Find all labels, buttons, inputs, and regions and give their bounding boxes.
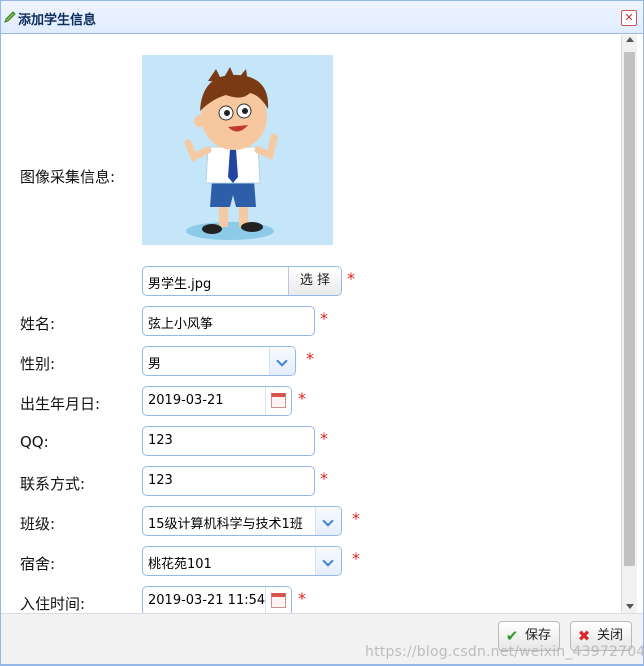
dorm-label: 宿舍: bbox=[20, 555, 56, 573]
cartoon-boy-image bbox=[184, 67, 278, 240]
scroll-down-icon[interactable] bbox=[626, 604, 634, 609]
scroll-up-icon[interactable] bbox=[626, 37, 634, 42]
birth-date-value: 2019-03-21 bbox=[148, 393, 224, 408]
watermark: https://blog.csdn.net/weixin_43972704 bbox=[365, 644, 644, 660]
gender-value: 男 bbox=[148, 357, 162, 372]
gender-label: 性别: bbox=[20, 355, 56, 373]
photo-file-field[interactable]: 男学生.jpg 选 择 bbox=[142, 266, 342, 296]
class-select[interactable]: 15级计算机科学与技术1班 bbox=[142, 506, 342, 536]
class-value: 15级计算机科学与技术1班 bbox=[148, 517, 303, 532]
calendar-icon bbox=[271, 393, 286, 408]
date-picker-button[interactable] bbox=[265, 387, 291, 415]
chevron-down-icon[interactable] bbox=[269, 347, 295, 375]
student-photo bbox=[142, 55, 333, 245]
chevron-down-icon[interactable] bbox=[315, 547, 341, 575]
required-mark: * bbox=[347, 269, 355, 288]
birth-date-input[interactable]: 2019-03-21 bbox=[142, 386, 292, 416]
dialog-title: 添加学生信息 bbox=[18, 13, 97, 28]
dialog-footer: ✔ 保存 ✖ 关闭 https://blog.csdn.net/weixin_4… bbox=[1, 613, 644, 665]
checkin-label: 入住时间: bbox=[20, 595, 86, 613]
add-student-dialog: 添加学生信息 ✕ 图像采集信息: 男学生.jpg 选 择 * 姓名: 弦上小风筝… bbox=[0, 0, 644, 666]
close-icon[interactable]: ✕ bbox=[621, 10, 637, 26]
form-content: 图像采集信息: 男学生.jpg 选 择 * 姓名: 弦上小风筝 * 性别: 男 … bbox=[1, 35, 621, 613]
x-icon: ✖ bbox=[577, 627, 591, 645]
dialog-titlebar: 添加学生信息 ✕ bbox=[1, 1, 643, 34]
qq-value: 123 bbox=[148, 433, 173, 448]
required-mark: * bbox=[320, 429, 328, 448]
gender-select[interactable]: 男 bbox=[142, 346, 296, 376]
name-label: 姓名: bbox=[20, 315, 56, 333]
contact-label: 联系方式: bbox=[20, 475, 86, 493]
required-mark: * bbox=[320, 309, 328, 328]
required-mark: * bbox=[298, 589, 306, 608]
vertical-scrollbar[interactable] bbox=[621, 35, 637, 613]
pencil-icon bbox=[4, 11, 16, 23]
chevron-down-icon[interactable] bbox=[315, 507, 341, 535]
datetime-picker-button[interactable] bbox=[265, 587, 291, 613]
name-input[interactable]: 弦上小风筝 bbox=[142, 306, 315, 336]
required-mark: * bbox=[306, 349, 314, 368]
contact-input[interactable]: 123 bbox=[142, 466, 315, 496]
dorm-value: 桃花苑101 bbox=[148, 557, 212, 572]
dorm-select[interactable]: 桃花苑101 bbox=[142, 546, 342, 576]
photo-file-name: 男学生.jpg bbox=[148, 277, 212, 292]
class-label: 班级: bbox=[20, 515, 56, 533]
checkin-time-input[interactable]: 2019-03-21 11:54: bbox=[142, 586, 292, 613]
name-value: 弦上小风筝 bbox=[148, 317, 214, 332]
qq-input[interactable]: 123 bbox=[142, 426, 315, 456]
contact-value: 123 bbox=[148, 473, 173, 488]
photo-label: 图像采集信息: bbox=[20, 168, 116, 186]
choose-file-button[interactable]: 选 择 bbox=[288, 267, 341, 295]
required-mark: * bbox=[352, 509, 360, 528]
checkin-time-value: 2019-03-21 11:54: bbox=[148, 593, 270, 608]
required-mark: * bbox=[320, 469, 328, 488]
required-mark: * bbox=[298, 389, 306, 408]
required-mark: * bbox=[352, 549, 360, 568]
scrollbar-thumb[interactable] bbox=[624, 52, 635, 566]
checkmark-icon: ✔ bbox=[505, 627, 519, 645]
birth-label: 出生年月日: bbox=[20, 395, 101, 413]
qq-label: QQ: bbox=[20, 433, 49, 451]
calendar-icon bbox=[271, 593, 286, 608]
